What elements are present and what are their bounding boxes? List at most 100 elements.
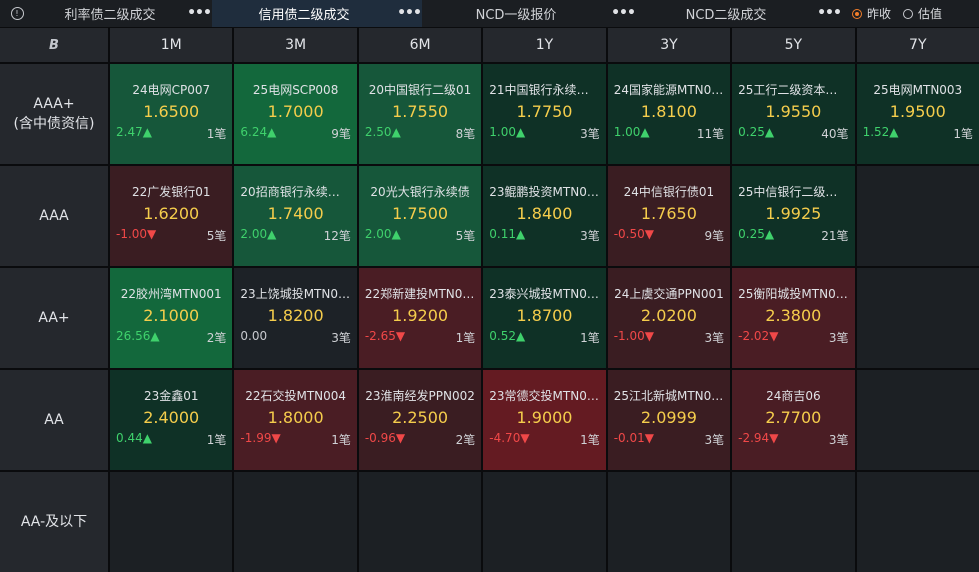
- bond-name: 22郑新建投MTN001: [364, 287, 476, 301]
- bond-rate: 1.8100: [640, 102, 697, 121]
- bond-change: -2.65▼: [364, 329, 406, 343]
- trade-count: 5笔: [206, 229, 227, 243]
- bond-name: 25衡阳城投MTN001: [738, 287, 849, 301]
- bond-rate: 2.3800: [765, 306, 822, 325]
- trade-count: 1笔: [580, 331, 600, 345]
- bond-cell[interactable]: 24电网CP007 1.6500 2.47▲ 1笔: [110, 64, 233, 164]
- trade-count: 21笔: [821, 229, 849, 243]
- column-header[interactable]: 3M: [234, 28, 357, 62]
- bond-change: -0.96▼: [364, 431, 406, 445]
- bond-rate: 2.0999: [640, 408, 697, 427]
- bond-cell[interactable]: 22广发银行01 1.6200 -1.00▼ 5笔: [110, 166, 233, 266]
- bond-change: -0.50▼: [613, 227, 654, 241]
- bond-cell[interactable]: 25衡阳城投MTN001 2.3800 -2.02▼ 3笔: [732, 268, 855, 368]
- bond-rate: 1.8400: [516, 204, 573, 223]
- bond-cell[interactable]: 24上虞交通PPN001 2.0200 -1.00▼ 3笔: [607, 268, 731, 368]
- more-icon[interactable]: •••: [816, 0, 842, 27]
- bond-cell-footer: -0.01▼ 3笔: [614, 431, 724, 448]
- trade-count: 3笔: [704, 433, 725, 447]
- trade-count: 1笔: [331, 433, 351, 447]
- bond-cell[interactable]: 20中国银行二级01 1.7550 2.50▲ 8笔: [358, 64, 482, 164]
- tab-label: NCD二级成交: [685, 8, 767, 23]
- trade-count: 12笔: [323, 229, 351, 243]
- trade-count: 3笔: [580, 229, 600, 243]
- trade-count: 1笔: [580, 433, 600, 447]
- tab-rate-bond-secondary[interactable]: 利率债二级成交 •••: [34, 0, 212, 27]
- trade-count: 2笔: [206, 331, 227, 345]
- column-header[interactable]: 7Y: [856, 28, 979, 62]
- bond-name: 22胶州湾MTN001: [120, 287, 222, 301]
- row-header: AAA: [0, 166, 108, 266]
- info-icon: !: [10, 7, 24, 20]
- bond-cell[interactable]: 23鲲鹏投资MTN001 1.8400 0.11▲ 3笔: [483, 166, 606, 266]
- bond-change: 0.44▲: [116, 431, 152, 445]
- empty-cell: [856, 370, 979, 470]
- bond-cell[interactable]: 23淮南经发PPN002 2.2500 -0.96▼ 2笔: [358, 370, 482, 470]
- bond-cell-footer: -0.50▼ 9笔: [614, 227, 724, 244]
- bond-change: 0.11▲: [489, 227, 526, 241]
- tab-ncd-secondary[interactable]: NCD二级成交 •••: [636, 0, 842, 27]
- trade-count: 5笔: [455, 229, 476, 243]
- bond-rate: 1.8000: [267, 408, 324, 427]
- bond-cell[interactable]: 23金鑫01 2.4000 0.44▲ 1笔: [110, 370, 233, 470]
- bond-cell-footer: -2.65▼ 1笔: [365, 329, 475, 346]
- row-header: AAA+ (含中债资信): [0, 64, 108, 164]
- bond-cell[interactable]: 25中信银行二级资本... 1.9925 0.25▲ 21笔: [732, 166, 855, 266]
- column-header[interactable]: 1M: [110, 28, 233, 62]
- bond-cell[interactable]: 25电网MTN003 1.9500 1.52▲ 1笔: [856, 64, 979, 164]
- bond-name: 23金鑫01: [143, 389, 199, 403]
- empty-cell: [607, 472, 731, 572]
- row-header: AA+: [0, 268, 108, 368]
- column-header[interactable]: 1Y: [483, 28, 606, 62]
- trade-count: 1笔: [206, 127, 227, 141]
- bond-cell[interactable]: 24商吉06 2.7700 -2.94▼ 3笔: [732, 370, 855, 470]
- column-header[interactable]: 6M: [358, 28, 482, 62]
- empty-cell: [483, 472, 606, 572]
- bond-change: -2.94▼: [738, 431, 779, 445]
- bond-cell[interactable]: 25工行二级资本债0... 1.9550 0.25▲ 40笔: [732, 64, 855, 164]
- bond-change: 0.25▲: [738, 227, 775, 241]
- bond-name: 20中国银行二级01: [368, 83, 472, 97]
- more-icon[interactable]: •••: [186, 0, 212, 27]
- more-icon[interactable]: •••: [396, 0, 422, 27]
- bond-name: 22广发银行01: [131, 185, 211, 199]
- bond-change: -4.70▼: [489, 431, 530, 445]
- bond-name: 24中信银行债01: [623, 185, 715, 199]
- bond-cell[interactable]: 24中信银行债01 1.7650 -0.50▼ 9笔: [607, 166, 731, 266]
- bond-change: 0.00: [240, 329, 268, 343]
- bond-cell[interactable]: 20招商银行永续债01 1.7400 2.00▲ 12笔: [234, 166, 357, 266]
- bond-cell-footer: -2.02▼ 3笔: [738, 329, 848, 346]
- bond-cell[interactable]: 23上饶城投MTN004 1.8200 0.00 3笔: [234, 268, 357, 368]
- tab-ncd-primary-quote[interactable]: NCD一级报价 •••: [422, 0, 636, 27]
- bond-rate: 1.7750: [516, 102, 573, 121]
- bond-cell[interactable]: 22胶州湾MTN001 2.1000 26.56▲ 2笔: [110, 268, 233, 368]
- bond-name: 24上虞交通PPN001: [614, 287, 724, 301]
- bond-cell-footer: 2.47▲ 1笔: [116, 125, 226, 142]
- bond-cell[interactable]: 22石交投MTN004 1.8000 -1.99▼ 1笔: [234, 370, 357, 470]
- info-button[interactable]: !: [0, 0, 34, 27]
- bond-cell-footer: 0.11▲ 3笔: [489, 227, 599, 244]
- column-header[interactable]: 3Y: [607, 28, 731, 62]
- column-header[interactable]: 5Y: [732, 28, 855, 62]
- bond-cell[interactable]: 22郑新建投MTN001 1.9200 -2.65▼ 1笔: [358, 268, 482, 368]
- bond-cell[interactable]: 21中国银行永续债01 1.7750 1.00▲ 3笔: [483, 64, 606, 164]
- bond-cell-footer: -1.99▼ 1笔: [240, 431, 350, 448]
- bond-cell[interactable]: 23泰兴城投MTN002 1.8700 0.52▲ 1笔: [483, 268, 606, 368]
- bond-cell[interactable]: 23常德交投MTN001 1.9000 -4.70▼ 1笔: [483, 370, 606, 470]
- bond-cell[interactable]: 24国家能源MTN001 1.8100 1.00▲ 11笔: [607, 64, 731, 164]
- bond-change: 2.00▲: [240, 227, 277, 241]
- bond-cell[interactable]: 25电网SCP008 1.7000 6.24▲ 9笔: [234, 64, 357, 164]
- bond-cell-footer: 26.56▲ 2笔: [116, 329, 226, 346]
- corner-cell: B: [0, 28, 108, 62]
- radio-prev-close[interactable]: 昨收: [852, 5, 891, 22]
- bond-cell-footer: 0.52▲ 1笔: [489, 329, 599, 346]
- bond-rate: 1.7000: [267, 102, 324, 121]
- empty-cell: [856, 268, 979, 368]
- tab-credit-bond-secondary[interactable]: 信用债二级成交 •••: [212, 0, 422, 27]
- more-icon[interactable]: •••: [610, 0, 636, 27]
- trade-count: 3笔: [828, 433, 849, 447]
- bond-cell[interactable]: 25江北新城MTN002 2.0999 -0.01▼ 3笔: [607, 370, 731, 470]
- bond-cell[interactable]: 20光大银行永续债 1.7500 2.00▲ 5笔: [358, 166, 482, 266]
- radio-valuation[interactable]: 估值: [903, 5, 942, 22]
- bond-name: 23淮南经发PPN002: [365, 389, 475, 403]
